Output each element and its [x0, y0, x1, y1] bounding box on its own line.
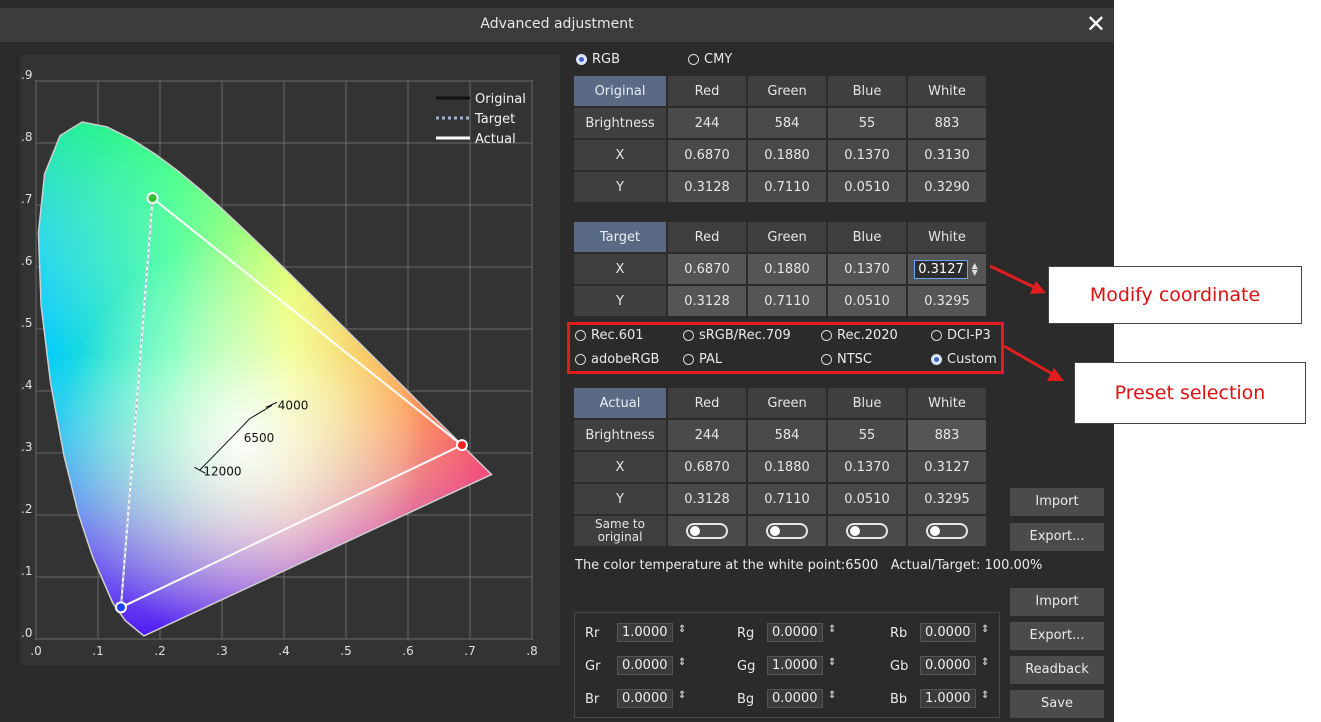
arrow-line	[1003, 344, 1057, 378]
callout-arrows	[989, 264, 1064, 381]
arrow-head	[1047, 368, 1064, 381]
arrow-line	[989, 264, 1041, 292]
